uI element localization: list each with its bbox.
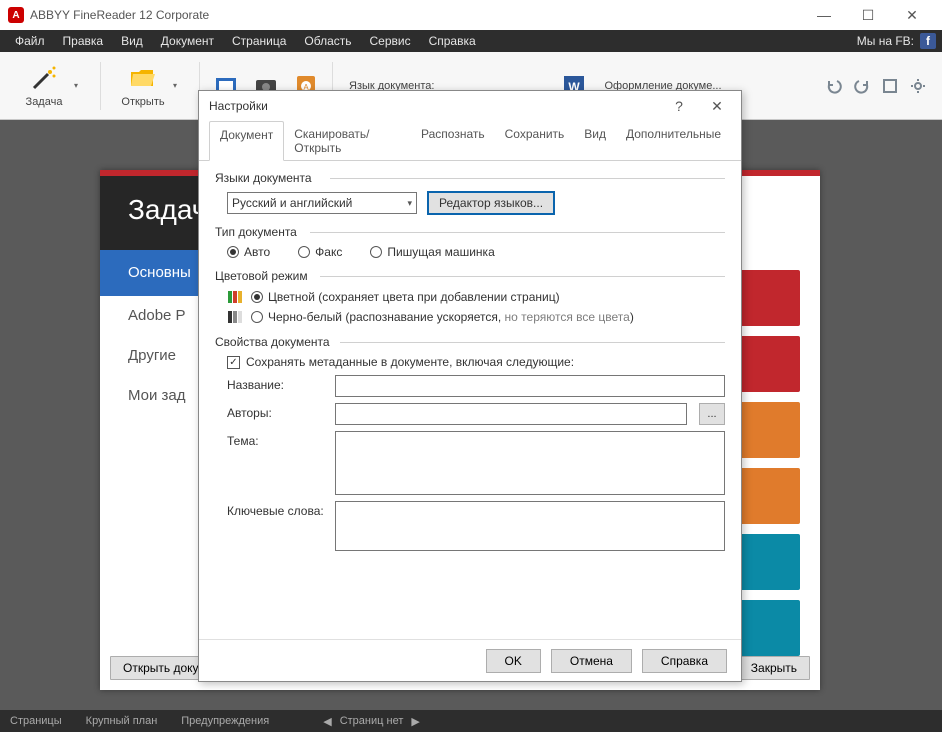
color-palette-icon (227, 289, 243, 305)
section-docprops: Свойства документа ✓ Сохранять метаданны… (215, 335, 725, 551)
dialog-footer: OK Отмена Справка (199, 639, 741, 681)
menu-help[interactable]: Справка (420, 30, 485, 52)
section-colormode-title: Цветовой режим (215, 269, 725, 283)
tab-view[interactable]: Вид (574, 121, 616, 160)
tab-document[interactable]: Документ (209, 121, 284, 161)
dialog-titlebar: Настройки ? ✕ (199, 91, 741, 121)
close-panel-button[interactable]: Закрыть (738, 656, 810, 680)
radio-typewriter[interactable]: Пишущая машинка (370, 245, 494, 259)
page-nav: ◀ Страниц нет ▶ (323, 715, 420, 728)
status-warnings[interactable]: Предупреждения (181, 715, 269, 727)
section-colormode: Цветовой режим Цветной (сохраняет цвета … (215, 269, 725, 325)
menu-page[interactable]: Страница (223, 30, 295, 52)
task-button[interactable]: Задача (8, 56, 80, 116)
tab-advanced[interactable]: Дополнительные (616, 121, 731, 160)
radio-icon (298, 246, 310, 258)
undo-icon[interactable] (822, 74, 846, 98)
input-keywords[interactable] (335, 501, 725, 551)
input-authors[interactable] (335, 403, 687, 425)
separator (100, 62, 101, 110)
tools-icon[interactable] (878, 74, 902, 98)
folder-open-icon (129, 64, 157, 92)
menu-service[interactable]: Сервис (361, 30, 420, 52)
app-title: ABBYY FineReader 12 Corporate (30, 8, 209, 22)
help-button[interactable]: Справка (642, 649, 727, 673)
maximize-button[interactable]: ☐ (846, 0, 890, 30)
menu-area[interactable]: Область (295, 30, 360, 52)
close-button[interactable]: ✕ (890, 0, 934, 30)
status-pages[interactable]: Страницы (10, 715, 62, 727)
redo-icon[interactable] (850, 74, 874, 98)
tab-scan-open[interactable]: Сканировать/Открыть (284, 121, 411, 160)
input-title[interactable] (335, 375, 725, 397)
statusbar: Страницы Крупный план Предупреждения ◀ С… (0, 710, 942, 732)
menu-edit[interactable]: Правка (54, 30, 113, 52)
status-zoom[interactable]: Крупный план (86, 715, 158, 727)
open-button[interactable]: Открыть (107, 56, 179, 116)
open-label: Открыть (121, 96, 164, 108)
chevron-down-icon: ▾ (407, 198, 412, 209)
radio-icon (251, 291, 263, 303)
menu-view[interactable]: Вид (112, 30, 152, 52)
radio-bw-label: Черно-белый (распознавание ускоряется, н… (268, 310, 634, 324)
radio-icon (227, 246, 239, 258)
dialog-title: Настройки (209, 99, 268, 113)
dialog-tabs: Документ Сканировать/Открыть Распознать … (199, 121, 741, 161)
task-dropdown[interactable]: ▾ (74, 81, 94, 90)
radio-auto-label: Авто (244, 245, 270, 259)
radio-auto[interactable]: Авто (227, 245, 270, 259)
settings-icon[interactable] (906, 74, 930, 98)
status-nopages: Страниц нет (340, 715, 404, 727)
checkbox-keep-metadata[interactable]: ✓ (227, 356, 240, 369)
radio-icon (251, 311, 263, 323)
open-dropdown[interactable]: ▾ (173, 81, 193, 90)
menu-file[interactable]: Файл (6, 30, 54, 52)
section-docprops-title: Свойства документа (215, 335, 725, 349)
language-select[interactable]: Русский и английский ▾ (227, 192, 417, 214)
wand-icon (30, 64, 58, 92)
radio-typewriter-label: Пишущая машинка (387, 245, 494, 259)
tab-recognize[interactable]: Распознать (411, 121, 495, 160)
bw-palette-icon (227, 309, 243, 325)
app-icon: A (8, 7, 24, 23)
radio-fax-label: Факс (315, 245, 342, 259)
menubar: Файл Правка Вид Документ Страница Област… (0, 30, 942, 52)
radio-color[interactable]: Цветной (сохраняет цвета при добавлении … (251, 290, 560, 304)
radio-fax[interactable]: Факс (298, 245, 342, 259)
tab-save[interactable]: Сохранить (495, 121, 575, 160)
prev-page-icon[interactable]: ◀ (323, 715, 331, 728)
radio-color-label: Цветной (сохраняет цвета при добавлении … (268, 290, 560, 304)
language-editor-button[interactable]: Редактор языков... (427, 191, 555, 215)
browse-authors-button[interactable]: ... (699, 403, 725, 425)
section-languages-title: Языки документа (215, 171, 725, 185)
window-controls: — ☐ ✕ (802, 0, 934, 30)
label-subject: Тема: (227, 431, 327, 448)
fb-label: Мы на FB: (857, 34, 914, 48)
dialog-help-icon[interactable]: ? (665, 98, 693, 115)
dialog-body: Языки документа Русский и английский ▾ Р… (199, 161, 741, 639)
menu-document[interactable]: Документ (152, 30, 223, 52)
minimize-button[interactable]: — (802, 0, 846, 30)
section-languages: Языки документа Русский и английский ▾ Р… (215, 171, 725, 215)
task-label: Задача (26, 96, 63, 108)
label-authors: Авторы: (227, 403, 327, 420)
dialog-close-icon[interactable]: ✕ (703, 98, 731, 115)
next-page-icon[interactable]: ▶ (411, 715, 419, 728)
facebook-icon[interactable]: f (920, 33, 936, 49)
radio-bw[interactable]: Черно-белый (распознавание ускоряется, н… (251, 310, 634, 324)
cancel-button[interactable]: Отмена (551, 649, 632, 673)
section-doctype: Тип документа Авто Факс Пишущая машинка (215, 225, 725, 259)
titlebar: A ABBYY FineReader 12 Corporate — ☐ ✕ (0, 0, 942, 30)
input-subject[interactable] (335, 431, 725, 495)
language-select-value: Русский и английский (232, 196, 352, 210)
keep-metadata-label: Сохранять метаданные в документе, включа… (246, 355, 574, 369)
section-doctype-title: Тип документа (215, 225, 725, 239)
radio-icon (370, 246, 382, 258)
ok-button[interactable]: OK (486, 649, 541, 673)
label-keywords: Ключевые слова: (227, 501, 327, 518)
settings-dialog: Настройки ? ✕ Документ Сканировать/Откры… (198, 90, 742, 682)
label-title: Название: (227, 375, 327, 392)
